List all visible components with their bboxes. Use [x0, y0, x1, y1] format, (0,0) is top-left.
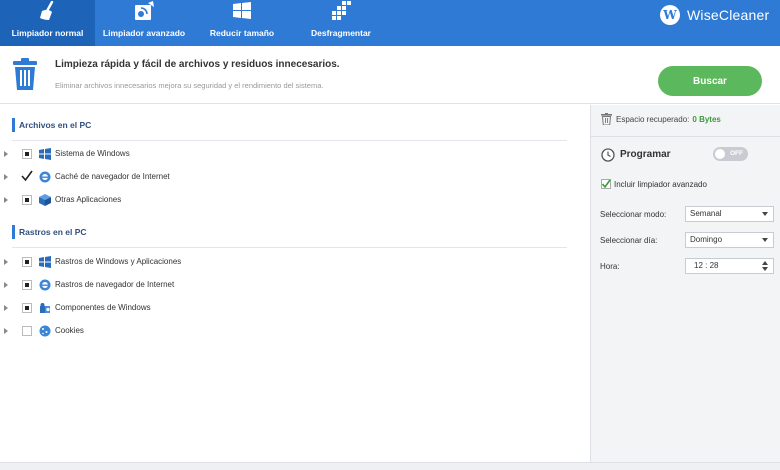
include-advanced-option[interactable]: Incluir limpiador avanzado	[601, 179, 707, 189]
day-select[interactable]: Domingo	[685, 232, 774, 248]
brand: W WiseCleaner	[660, 4, 769, 26]
page-title: Limpieza rápida y fácil de archivos y re…	[55, 59, 340, 70]
day-value: Domingo	[690, 235, 723, 244]
defrag-icon	[329, 1, 353, 21]
brand-name: WiseCleaner	[687, 7, 770, 23]
list-item-label: Otras Aplicaciones	[55, 195, 122, 204]
tab-label: Reducir tamaño	[209, 28, 275, 38]
tab-desfragmentar[interactable]: Desfragmentar	[291, 0, 391, 46]
list-item-label: Rastros de Windows y Aplicaciones	[55, 257, 182, 266]
scan-button[interactable]: Buscar	[658, 66, 762, 96]
status-bar	[0, 462, 780, 470]
schedule-panel: Espacio recuperado: 0 Bytes Programar OF…	[590, 105, 780, 462]
internet-explorer-icon	[39, 279, 51, 291]
windows-flag-icon	[39, 256, 51, 268]
cleaning-items-panel: Archivos en el PC Sistema de Windows Cac…	[0, 105, 590, 462]
small-trash-icon	[601, 113, 612, 126]
time-spinner[interactable]: 12 : 28	[685, 258, 774, 274]
expand-arrow-icon[interactable]	[4, 197, 8, 203]
list-item[interactable]: Caché de navegador de Internet	[0, 169, 580, 185]
list-item-label: Rastros de navegador de Internet	[55, 280, 175, 289]
recovered-space: Espacio recuperado: 0 Bytes	[601, 113, 721, 126]
recovered-value: 0 Bytes	[692, 114, 721, 124]
list-item[interactable]: Cookies	[0, 323, 580, 339]
schedule-toggle[interactable]: OFF	[713, 147, 748, 161]
list-item[interactable]: Componentes de Windows	[0, 300, 580, 316]
tab-reducir-tamano[interactable]: Reducir tamaño	[193, 0, 291, 46]
internet-explorer-icon	[39, 171, 51, 183]
schedule-title: Programar	[620, 149, 671, 160]
tab-limpiador-normal[interactable]: Limpiador normal	[0, 0, 95, 46]
expand-arrow-icon[interactable]	[4, 174, 8, 180]
expand-arrow-icon[interactable]	[4, 259, 8, 265]
windows-icon	[230, 1, 254, 21]
clock-icon	[601, 148, 615, 162]
list-item-label: Cookies	[55, 326, 84, 335]
wisecleaner-logo-icon: W	[660, 5, 680, 25]
section-title: Rastros en el PC	[12, 225, 87, 239]
include-advanced-label: Incluir limpiador avanzado	[614, 179, 707, 189]
tab-limpiador-avanzado[interactable]: Limpiador avanzado	[95, 0, 193, 46]
checkbox-partial[interactable]	[22, 257, 32, 267]
spin-up-icon[interactable]	[762, 261, 768, 265]
list-item-label: Sistema de Windows	[55, 149, 130, 158]
expand-arrow-icon[interactable]	[4, 282, 8, 288]
list-item[interactable]: Sistema de Windows	[0, 146, 580, 162]
trash-icon	[11, 57, 39, 91]
time-value: 12 : 28	[694, 261, 719, 270]
puzzle-icon	[39, 302, 51, 314]
expand-arrow-icon[interactable]	[4, 151, 8, 157]
toggle-label: OFF	[730, 150, 743, 157]
checkbox-partial[interactable]	[22, 195, 32, 205]
broom-icon	[36, 0, 60, 21]
list-item[interactable]: Rastros de Windows y Aplicaciones	[0, 254, 580, 270]
chevron-down-icon	[762, 238, 768, 242]
section-divider	[12, 247, 567, 248]
expand-arrow-icon[interactable]	[4, 305, 8, 311]
checkbox-partial[interactable]	[22, 149, 32, 159]
mode-select[interactable]: Semanal	[685, 206, 774, 222]
checkbox-partial[interactable]	[22, 280, 32, 290]
top-toolbar: Limpiador normal Limpiador avanzado Redu…	[0, 0, 780, 46]
day-label: Seleccionar día:	[600, 236, 658, 245]
expand-arrow-icon[interactable]	[4, 328, 8, 334]
list-item[interactable]: Otras Aplicaciones	[0, 192, 580, 208]
list-item-label: Caché de navegador de Internet	[55, 172, 170, 181]
tab-label: Limpiador normal	[11, 28, 84, 38]
section-divider	[12, 140, 567, 141]
checkbox-partial[interactable]	[22, 303, 32, 313]
tab-label: Desfragmentar	[311, 28, 371, 38]
advanced-clean-icon	[132, 1, 156, 21]
include-advanced-checkbox[interactable]	[601, 179, 611, 189]
windows-flag-icon	[39, 148, 51, 160]
mode-label: Seleccionar modo:	[600, 210, 667, 219]
tab-label: Limpiador avanzado	[102, 28, 186, 38]
toggle-knob	[715, 149, 725, 159]
mode-value: Semanal	[690, 209, 722, 218]
header-info-bar: Limpieza rápida y fácil de archivos y re…	[0, 46, 780, 104]
checkbox-checked[interactable]	[21, 170, 33, 182]
time-label: Hora:	[600, 262, 620, 271]
list-item[interactable]: Rastros de navegador de Internet	[0, 277, 580, 293]
recovered-label: Espacio recuperado:	[616, 114, 690, 124]
section-title: Archivos en el PC	[12, 118, 91, 132]
box-icon	[39, 194, 51, 206]
page-subtitle: Eliminar archivos innecesarios mejora su…	[55, 81, 324, 90]
checkbox-unchecked[interactable]	[22, 326, 32, 336]
chevron-down-icon	[762, 212, 768, 216]
cookie-icon	[39, 325, 51, 337]
panel-divider	[591, 136, 780, 137]
list-item-label: Componentes de Windows	[55, 303, 151, 312]
spin-down-icon[interactable]	[762, 267, 768, 271]
